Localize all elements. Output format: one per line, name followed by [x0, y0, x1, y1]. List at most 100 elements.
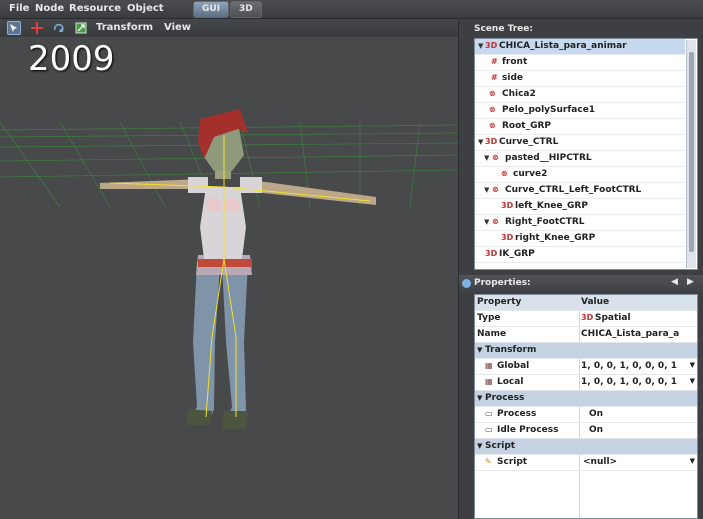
prop-row-process[interactable]: ▭ Process On [475, 407, 697, 423]
tree-row-pasted-hipctrl[interactable]: ▼ ⊗ pasted__HIPCTRL [475, 151, 685, 167]
prop-row-idle-process[interactable]: ▭ Idle Process On [475, 423, 697, 439]
tree-row-label: Curve_CTRL_Left_FootCTRL [505, 185, 642, 195]
properties-title: Properties: [474, 278, 531, 288]
rotate-tool-icon[interactable] [52, 21, 66, 35]
spatial-3d-icon: 3D [485, 137, 498, 146]
tab-gui[interactable]: GUI [193, 1, 230, 18]
tree-row-label: curve2 [513, 169, 548, 179]
prop-global-value[interactable]: 1, 0, 0, 1, 0, 0, 0, 1 [581, 361, 691, 371]
year-overlay: 2009 [28, 39, 115, 79]
tree-row-label: Chica2 [502, 89, 536, 99]
tree-row-ik-grp[interactable]: 3D IK_GRP [475, 247, 685, 263]
tree-row-right-footctrl[interactable]: ▼ ⊗ Right_FootCTRL [475, 215, 685, 231]
property-inspector[interactable]: Property Value Type 3D Spatial Name CHIC… [474, 294, 698, 519]
3d-viewport[interactable]: 2009 [0, 37, 458, 519]
toolbar: Transform View [0, 19, 458, 37]
collapse-arrow-icon[interactable]: ▼ [477, 442, 482, 450]
prop-row-local[interactable]: ▦ Local 1, 0, 0, 1, 0, 0, 0, 1 ▼ [475, 375, 697, 391]
select-tool-icon[interactable] [7, 21, 21, 35]
tree-row-right-knee-grp[interactable]: 3D right_Knee_GRP [475, 231, 685, 247]
menu-resource[interactable]: Resource [69, 3, 121, 14]
prop-process-value[interactable]: On [589, 409, 697, 419]
mode-tabs: GUI 3D [193, 1, 263, 18]
tree-row-label: right_Knee_GRP [515, 233, 596, 243]
mesh-icon: ⊗ [489, 89, 496, 98]
section-transform-label: Transform [485, 345, 537, 355]
spatial-3d-icon: 3D [501, 201, 514, 210]
mesh-icon: ⊗ [492, 153, 499, 162]
scene-tree-scrollbar[interactable] [686, 40, 696, 268]
tree-row-curve-ctrl[interactable]: ▼ 3D Curve_CTRL [475, 135, 685, 151]
section-script[interactable]: ▼ Script [475, 439, 697, 455]
dropdown-arrow-icon[interactable]: ▼ [690, 377, 695, 385]
menu-object[interactable]: Object [127, 3, 164, 14]
camera-icon: # [491, 73, 498, 82]
section-process[interactable]: ▼ Process [475, 391, 697, 407]
expand-arrow-icon[interactable]: ▼ [484, 218, 489, 226]
tree-row-label: side [502, 73, 523, 83]
properties-column-header: Property Value [475, 295, 697, 311]
expand-arrow-icon[interactable]: ▼ [484, 186, 489, 194]
editor-window: File Node Resource Object GUI 3D Transfo… [0, 0, 703, 519]
prop-row-global[interactable]: ▦ Global 1, 0, 0, 1, 0, 0, 0, 1 ▼ [475, 359, 697, 375]
tree-row-label: left_Knee_GRP [515, 201, 588, 211]
mesh-icon: ⊗ [489, 105, 496, 114]
prop-name-label: Name [477, 329, 507, 339]
scale-tool-icon[interactable] [74, 21, 88, 35]
prop-name-value[interactable]: CHICA_Lista_para_a [581, 329, 697, 339]
prop-local-value[interactable]: 1, 0, 0, 1, 0, 0, 0, 1 [581, 377, 691, 387]
transform-menu[interactable]: Transform [96, 22, 153, 33]
mesh-icon: ⊗ [489, 121, 496, 130]
tree-row-pelo-polysurface1[interactable]: ⊗ Pelo_polySurface1 [475, 103, 685, 119]
prop-idle-label: Idle Process [497, 425, 559, 435]
tree-row-label: Pelo_polySurface1 [502, 105, 596, 115]
column-value: Value [581, 297, 610, 307]
spatial-3d-icon: 3D [501, 233, 514, 242]
scrollbar-thumb[interactable] [689, 52, 694, 252]
tree-row-label: front [502, 57, 528, 67]
properties-header: Properties: ◀ ▶ [459, 275, 703, 292]
tree-row-chica-lista-para-animar[interactable]: ▼ 3D CHICA_Lista_para_animar [475, 39, 685, 55]
expand-arrow-icon[interactable]: ▼ [478, 42, 483, 50]
section-script-label: Script [485, 441, 516, 451]
prop-row-type: Type 3D Spatial [475, 311, 697, 327]
history-forward-icon[interactable]: ▶ [687, 277, 694, 287]
prop-idle-value[interactable]: On [589, 425, 697, 435]
viewport-scene [0, 37, 458, 519]
section-transform[interactable]: ▼ Transform [475, 343, 697, 359]
tree-row-label: Root_GRP [502, 121, 552, 131]
tab-3d[interactable]: 3D [230, 1, 262, 18]
scene-tree[interactable]: ▼ 3D CHICA_Lista_para_animar # front # s… [474, 38, 698, 270]
collapse-arrow-icon[interactable]: ▼ [477, 346, 482, 354]
tree-row-front[interactable]: # front [475, 55, 685, 71]
spatial-3d-icon: 3D [581, 313, 594, 322]
tree-row-side[interactable]: # side [475, 71, 685, 87]
tree-row-chica2[interactable]: ⊗ Chica2 [475, 87, 685, 103]
expand-arrow-icon[interactable]: ▼ [484, 154, 489, 162]
history-back-icon[interactable]: ◀ [671, 277, 678, 287]
menu-file[interactable]: File [9, 3, 29, 14]
mesh-icon: ⊗ [492, 217, 499, 226]
tree-row-left-knee-grp[interactable]: 3D left_Knee_GRP [475, 199, 685, 215]
prop-type-label: Type [477, 313, 501, 323]
tree-row-label: Right_FootCTRL [505, 217, 585, 227]
prop-local-label: Local [497, 377, 524, 387]
collapse-arrow-icon[interactable]: ▼ [477, 394, 482, 402]
menu-bar: File Node Resource Object GUI 3D [0, 0, 703, 19]
prop-row-name[interactable]: Name CHICA_Lista_para_a [475, 327, 697, 343]
dropdown-arrow-icon[interactable]: ▼ [690, 457, 695, 465]
dropdown-arrow-icon[interactable]: ▼ [690, 361, 695, 369]
prop-process-label: Process [497, 409, 537, 419]
tree-row-curve-ctrl-left-footctrl[interactable]: ▼ ⊗ Curve_CTRL_Left_FootCTRL [475, 183, 685, 199]
menu-node[interactable]: Node [35, 3, 64, 14]
properties-dock-icon [462, 279, 471, 288]
tree-row-root-grp[interactable]: ⊗ Root_GRP [475, 119, 685, 135]
move-tool-icon[interactable] [30, 21, 44, 35]
prop-type-value: Spatial [595, 313, 631, 323]
tree-row-curve2[interactable]: ⊗ curve2 [475, 167, 685, 183]
prop-script-value[interactable]: <null> [583, 457, 697, 467]
view-menu[interactable]: View [164, 22, 191, 33]
expand-arrow-icon[interactable]: ▼ [478, 138, 483, 146]
camera-icon: # [491, 57, 498, 66]
prop-row-script[interactable]: ✎ Script <null> ▼ [475, 455, 697, 471]
